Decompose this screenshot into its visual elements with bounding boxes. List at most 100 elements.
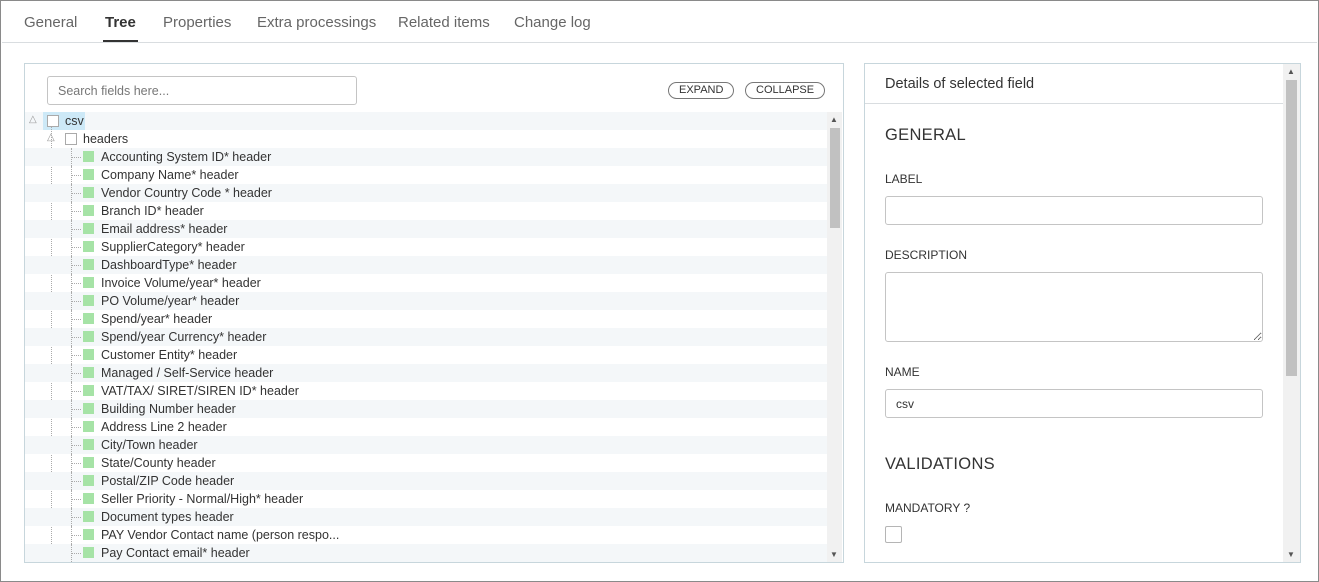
tree-node-label: VAT/TAX/ SIRET/SIREN ID* header <box>101 384 299 398</box>
tree-leaf-node[interactable]: Accounting System ID* header <box>25 148 827 166</box>
tree-leaf-node[interactable]: Customer Entity* header <box>25 346 827 364</box>
section-general-title: GENERAL <box>885 126 966 144</box>
tree-guide-line <box>71 301 81 302</box>
tree-guide-line <box>71 499 81 500</box>
tree-leaf-node[interactable]: Seller Priority - Normal/High* header <box>25 490 827 508</box>
field-tree: △ csv △ headers Accounting System ID* he… <box>25 112 827 562</box>
tree-leaf-node[interactable]: Branch ID* header <box>25 202 827 220</box>
expand-button[interactable]: EXPAND <box>668 82 735 99</box>
leaf-field-icon <box>83 187 94 198</box>
leaf-field-icon <box>83 259 94 270</box>
scrollbar-thumb[interactable] <box>830 128 840 228</box>
tree-toggle-icon[interactable]: △ <box>29 114 37 126</box>
tree-leaf-node[interactable]: Document types header <box>25 508 827 526</box>
tab-extra-processings[interactable]: Extra processings <box>257 14 376 31</box>
tree-node-label: Invoice Volume/year* header <box>101 276 261 290</box>
label-field-label: LABEL <box>885 172 923 186</box>
tree-node-label: Seller Priority - Normal/High* header <box>101 492 304 506</box>
tree-leaf-node[interactable]: Company Name* header <box>25 166 827 184</box>
tree-guide-line <box>71 517 81 518</box>
tab-tree[interactable]: Tree <box>103 14 138 42</box>
tree-leaf-node[interactable]: State/County header <box>25 454 827 472</box>
leaf-field-icon <box>83 493 94 504</box>
details-panel: Details of selected field GENERAL LABEL … <box>864 63 1301 563</box>
mandatory-checkbox[interactable] <box>885 526 902 543</box>
tree-node-label: SupplierCategory* header <box>101 240 245 254</box>
tree-node-label: Postal/ZIP Code header <box>101 474 235 488</box>
leaf-field-icon <box>83 547 94 558</box>
details-scrollbar[interactable]: ▲ ▼ <box>1283 64 1300 562</box>
leaf-field-icon <box>83 277 94 288</box>
tree-guide-line <box>71 283 81 284</box>
scrollbar-thumb[interactable] <box>1286 80 1297 376</box>
window-frame: General Tree Properties Extra processing… <box>0 0 1319 582</box>
tree-leaf-node[interactable]: Pay Contact email* header <box>25 544 827 562</box>
tree-node-label: Email address* header <box>101 222 228 236</box>
tree-node-label: headers <box>83 132 129 146</box>
collapse-button[interactable]: COLLAPSE <box>745 82 826 99</box>
tree-leaf-node[interactable]: Vendor Country Code * header <box>25 184 827 202</box>
scroll-up-icon[interactable]: ▲ <box>1287 67 1295 76</box>
leaf-field-icon <box>83 169 94 180</box>
tree-guide-line <box>71 391 81 392</box>
leaf-field-icon <box>83 511 94 522</box>
leaf-field-icon <box>83 439 94 450</box>
tree-node-label: DashboardType* header <box>101 258 237 272</box>
tree-node-root[interactable]: △ csv <box>25 112 827 130</box>
tab-related-items[interactable]: Related items <box>398 14 490 31</box>
node-checkbox[interactable] <box>65 133 77 145</box>
scroll-down-icon[interactable]: ▼ <box>830 550 838 559</box>
tree-leaf-node[interactable]: Email address* header <box>25 220 827 238</box>
tree-panel: EXPAND COLLAPSE △ csv △ headers Accounti… <box>24 63 844 563</box>
tree-leaf-node[interactable]: Spend/year Currency* header <box>25 328 827 346</box>
scroll-up-icon[interactable]: ▲ <box>830 115 838 124</box>
tree-guide-line <box>71 481 81 482</box>
tree-node-label: Document types header <box>101 510 234 524</box>
tree-node-label: Company Name* header <box>101 168 239 182</box>
description-textarea[interactable] <box>885 272 1263 342</box>
tree-guide-line <box>71 445 81 446</box>
tab-properties[interactable]: Properties <box>163 14 231 31</box>
tree-guide-line <box>71 409 81 410</box>
tree-guide-line <box>71 553 81 554</box>
tree-leaf-node[interactable]: DashboardType* header <box>25 256 827 274</box>
tree-node-label: PAY Vendor Contact name (person respo... <box>101 528 340 542</box>
node-checkbox[interactable] <box>47 115 59 127</box>
tree-guide-line <box>71 373 81 374</box>
name-input[interactable] <box>885 389 1263 418</box>
mandatory-label: MANDATORY ? <box>885 501 971 515</box>
tree-node-headers[interactable]: △ headers <box>25 130 827 148</box>
tree-guide-line <box>71 427 81 428</box>
label-input[interactable] <box>885 196 1263 225</box>
leaf-field-icon <box>83 475 94 486</box>
tree-guide-line <box>71 157 81 158</box>
search-input[interactable] <box>47 76 357 105</box>
tab-change-log[interactable]: Change log <box>514 14 591 31</box>
tree-guide-line <box>71 337 81 338</box>
tree-node-label: City/Town header <box>101 438 198 452</box>
tree-leaf-node[interactable]: PAY Vendor Contact name (person respo... <box>25 526 827 544</box>
tree-node-label: Pay Contact email* header <box>101 546 250 560</box>
tree-leaf-node[interactable]: PO Volume/year* header <box>25 292 827 310</box>
tree-node-label: Building Number header <box>101 402 236 416</box>
tree-node-label: csv <box>65 114 84 128</box>
tree-leaf-node[interactable]: Spend/year* header <box>25 310 827 328</box>
tree-scrollbar[interactable]: ▲ ▼ <box>827 112 842 562</box>
tree-node-label: Spend/year Currency* header <box>101 330 267 344</box>
tree-leaf-node[interactable]: VAT/TAX/ SIRET/SIREN ID* header <box>25 382 827 400</box>
details-title: Details of selected field <box>865 64 1283 104</box>
tree-leaf-node[interactable]: Building Number header <box>25 400 827 418</box>
scroll-down-icon[interactable]: ▼ <box>1287 550 1295 559</box>
tree-leaf-node[interactable]: SupplierCategory* header <box>25 238 827 256</box>
tree-leaf-node[interactable]: Invoice Volume/year* header <box>25 274 827 292</box>
tree-leaf-node[interactable]: Postal/ZIP Code header <box>25 472 827 490</box>
tree-leaf-node[interactable]: Managed / Self-Service header <box>25 364 827 382</box>
leaf-field-icon <box>83 241 94 252</box>
tree-leaf-node[interactable]: City/Town header <box>25 436 827 454</box>
tab-bar: General Tree Properties Extra processing… <box>2 2 1317 43</box>
tree-guide-line <box>71 535 81 536</box>
tab-general[interactable]: General <box>24 14 77 31</box>
tree-guide-line <box>71 229 81 230</box>
leaf-field-icon <box>83 295 94 306</box>
tree-leaf-node[interactable]: Address Line 2 header <box>25 418 827 436</box>
